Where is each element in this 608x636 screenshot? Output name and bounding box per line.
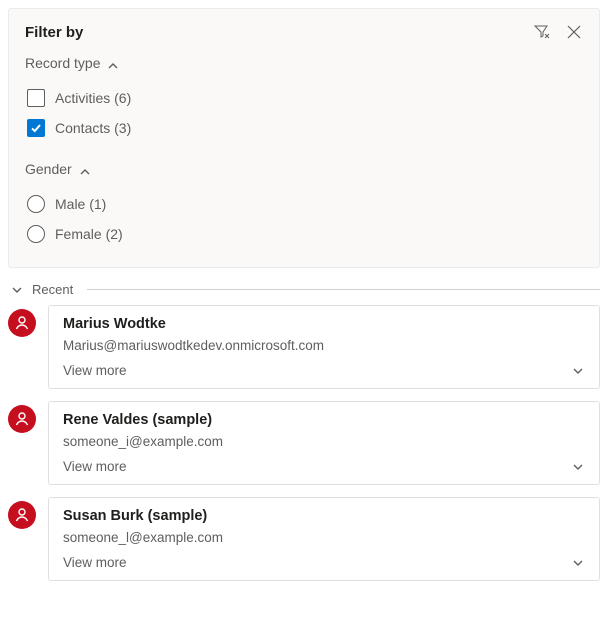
card-footer: View more [63,459,585,474]
section-header-record-type[interactable]: Record type [25,55,583,71]
list-item: Marius Wodtke Marius@mariuswodtkedev.onm… [8,305,600,389]
contact-card[interactable]: Rene Valdes (sample) someone_i@example.c… [48,401,600,485]
section-label-gender: Gender [25,161,72,177]
radio-label: Male (1) [55,196,106,212]
checkbox-label: Activities (6) [55,90,131,106]
contact-card[interactable]: Susan Burk (sample) someone_l@example.co… [48,497,600,581]
card-footer: View more [63,555,585,570]
list-item: Rene Valdes (sample) someone_i@example.c… [8,401,600,485]
radio-male[interactable]: Male (1) [25,189,583,219]
filter-header: Filter by [25,23,583,41]
chevron-down-icon[interactable] [571,460,585,474]
checkbox-activities[interactable]: Activities (6) [25,83,583,113]
radio-label: Female (2) [55,226,123,242]
chevron-down-icon[interactable] [571,364,585,378]
section-label-record-type: Record type [25,55,100,71]
filter-header-actions [533,23,583,41]
chevron-down-icon [10,283,24,297]
filter-panel: Filter by Record type [8,8,600,268]
view-more-link[interactable]: View more [63,555,127,570]
chevron-up-icon [80,164,90,174]
contact-card[interactable]: Marius Wodtke Marius@mariuswodtkedev.onm… [48,305,600,389]
radio-icon [27,195,45,213]
clear-filter-icon[interactable] [533,23,551,41]
divider [87,289,600,290]
contact-email: someone_i@example.com [63,434,585,449]
recent-header[interactable]: Recent [8,276,600,305]
section-header-gender[interactable]: Gender [25,161,583,177]
chevron-down-icon[interactable] [571,556,585,570]
checkbox-label: Contacts (3) [55,120,131,136]
avatar [8,501,36,529]
avatar [8,405,36,433]
checkbox-icon [27,119,45,137]
view-more-link[interactable]: View more [63,363,127,378]
checkbox-contacts[interactable]: Contacts (3) [25,113,583,143]
recent-section: Recent Marius Wodtke Marius@mariuswodtke… [0,268,608,609]
contact-name: Susan Burk (sample) [63,508,585,524]
card-footer: View more [63,363,585,378]
list-item: Susan Burk (sample) someone_l@example.co… [8,497,600,581]
contact-email: someone_l@example.com [63,530,585,545]
filter-title: Filter by [25,24,83,41]
close-icon[interactable] [565,23,583,41]
recent-label: Recent [32,282,73,297]
contact-name: Marius Wodtke [63,316,585,332]
checkbox-icon [27,89,45,107]
radio-female[interactable]: Female (2) [25,219,583,249]
view-more-link[interactable]: View more [63,459,127,474]
chevron-up-icon [108,58,118,68]
avatar [8,309,36,337]
contact-name: Rene Valdes (sample) [63,412,585,428]
contact-email: Marius@mariuswodtkedev.onmicrosoft.com [63,338,585,353]
radio-icon [27,225,45,243]
